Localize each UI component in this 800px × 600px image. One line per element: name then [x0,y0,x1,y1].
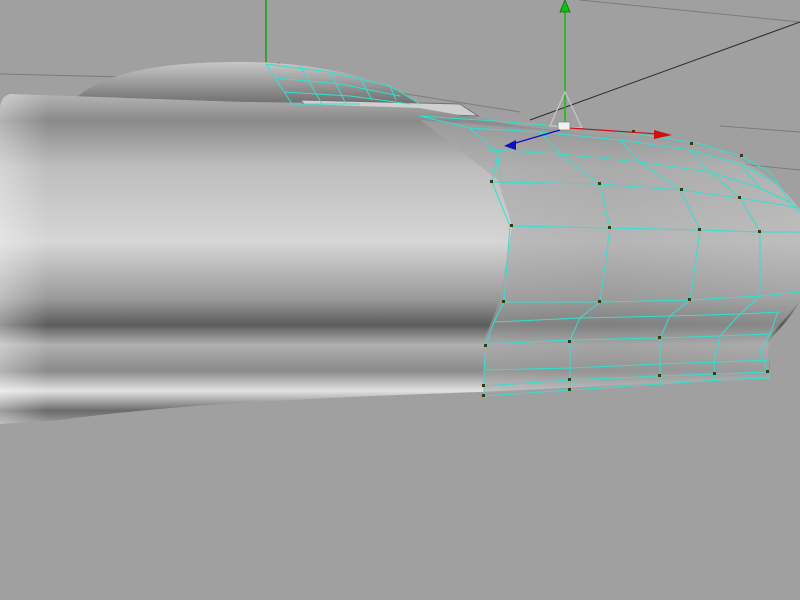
cabin-roof [78,62,420,104]
manipulator-center-handle[interactable] [557,121,571,131]
manipulator-x-axis[interactable] [569,127,659,135]
viewport-canvas[interactable] [0,0,800,600]
manipulator-y-arrow-icon[interactable] [559,0,571,13]
3d-viewport[interactable] [0,0,800,600]
view-axis-line [529,21,800,121]
